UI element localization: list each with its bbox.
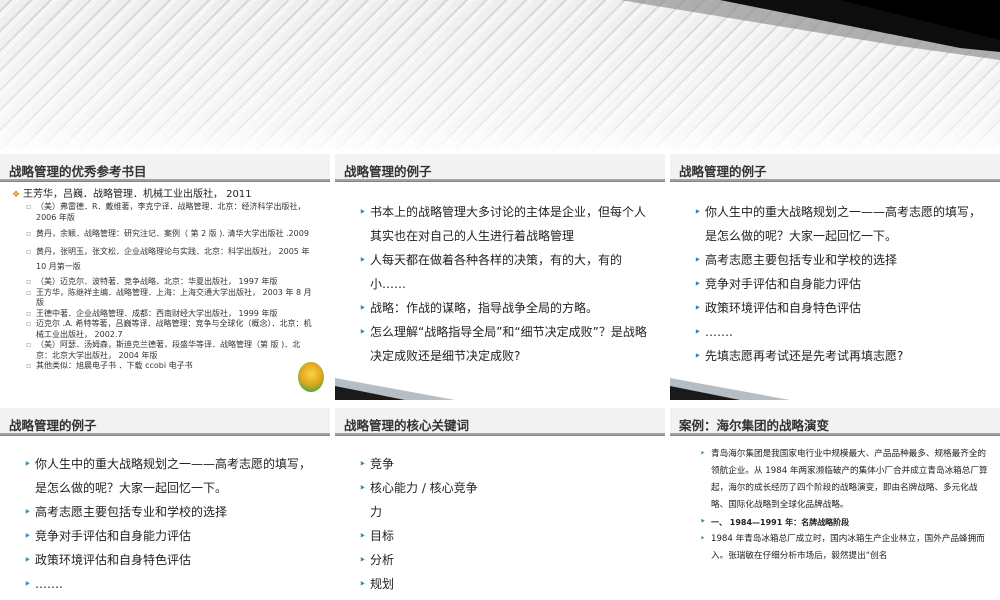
bullet-list: 书本上的战略管理大多讨论的主体是企业，但每个人其实也在对自己的人生进行着战略管理… [359, 200, 651, 368]
list-item: 高考志愿主要包括专业和学校的选择 [694, 248, 990, 272]
list-item: 先填志愿再考试还是先考试再填志愿? [694, 344, 990, 368]
list-item: 怎么理解“战略指导全局”和“细节决定成败”？是战略决定成败还是细节决定成败? [359, 320, 651, 368]
case-heading: 一、 1984—1991 年：名牌战略阶段 [700, 514, 990, 531]
corner-accent [335, 378, 455, 400]
list-item: 竞争对手评估和自身能力评估 [24, 524, 320, 548]
list-item: 政策环境评估和自身特色评估 [24, 548, 320, 572]
list-item: ……. [694, 320, 990, 344]
slide-keywords: 战略管理的核心关键词 竞争 核心能力 / 核心竞争力 目标 分析 规划 [335, 408, 665, 600]
slide-references: 战略管理的优秀参考书目 王芳华，吕巍．战略管理．机械工业出版社， 2011 （美… [0, 154, 330, 400]
slide-example-1: 战略管理的例子 书本上的战略管理大多讨论的主体是企业，但每个人其实也在对自己的人… [335, 154, 665, 400]
slide-title: 战略管理的优秀参考书目 [0, 154, 330, 182]
reference-item: （美）迈克尔．波特著．竞争战略．北京：华夏出版社， 1997 年版 [12, 277, 316, 288]
slide-title: 案例：海尔集团的战略演变 [670, 408, 1000, 436]
reference-item: 黄丹，张明玉，张文松．企业战略理论与实践．北京：科学出版社， 2005 年 10… [12, 244, 316, 274]
decorative-emblem [298, 362, 324, 392]
reference-item: （美）弗雷德．R．戴维著，李克宁译．战略管理．北京：经济科学出版社， 2006 … [12, 202, 316, 223]
list-item: 规划 [359, 572, 485, 596]
list-item: 你人生中的重大战略规划之一——高考志愿的填写，是怎么做的呢？大家一起回忆一下。 [24, 452, 320, 500]
list-item: 核心能力 / 核心竞争力 [359, 476, 485, 524]
bullet-list: 你人生中的重大战略规划之一——高考志愿的填写，是怎么做的呢？大家一起回忆一下。 … [24, 452, 320, 596]
list-item: 人每天都在做着各种各样的决策，有的大，有的小…… [359, 248, 651, 296]
reference-item: （美）阿瑟．汤姆森，斯迪克兰德著，段盛华等译．战略管理（第 版 )．北京：北京大… [12, 340, 316, 361]
list-item: 战略：作战的谋略，指导战争全局的方略。 [359, 296, 651, 320]
list-item: 你人生中的重大战略规划之一——高考志愿的填写，是怎么做的呢？大家一起回忆一下。 [694, 200, 990, 248]
reference-lead: 王芳华，吕巍．战略管理．机械工业出版社， 2011 [12, 188, 316, 202]
list-item: ……. [24, 572, 320, 596]
reference-item: 王方华，陈继祥主编．战略管理．上海：上海交通大学出版社， 2003 年 8 月版 [12, 288, 316, 309]
list-item: 竞争 [359, 452, 485, 476]
list-item: 竞争对手评估和自身能力评估 [694, 272, 990, 296]
bullet-list: 你人生中的重大战略规划之一——高考志愿的填写，是怎么做的呢？大家一起回忆一下。 … [694, 200, 990, 368]
banner-graphic [0, 0, 1000, 150]
slide-title: 战略管理的例子 [0, 408, 330, 436]
slide-title: 战略管理的例子 [335, 154, 665, 182]
reference-item: 黄丹，余颖．战略管理：研究注记．案例（ 第 2 版 ). 清华大学出版社 .20… [12, 226, 316, 241]
slide-haier-case: 案例：海尔集团的战略演变 青岛海尔集团是我国家电行业中规模最大、产品品种最多、规… [670, 408, 1000, 600]
case-text: 青岛海尔集团是我国家电行业中规模最大、产品品种最多、规格最齐全的领航企业。从 1… [700, 446, 990, 565]
slide-title: 战略管理的例子 [670, 154, 1000, 182]
header-banner [0, 0, 1000, 150]
bullet-list: 竞争 核心能力 / 核心竞争力 目标 分析 规划 [359, 452, 485, 596]
slide-example-2: 战略管理的例子 你人生中的重大战略规划之一——高考志愿的填写，是怎么做的呢？大家… [670, 154, 1000, 400]
reference-item: 王德中著．企业战略管理．成都：西南财经大学出版社， 1999 年版 [12, 309, 316, 320]
corner-accent [670, 378, 790, 400]
slide-title: 战略管理的核心关键词 [335, 408, 665, 436]
reference-item: 迈克尔 .A. 希特等著，吕巍等译．战略管理：竞争与全球化（概念）．北京：机械工… [12, 319, 316, 340]
case-paragraph: 青岛海尔集团是我国家电行业中规模最大、产品品种最多、规格最齐全的领航企业。从 1… [700, 446, 990, 514]
reference-list: 王芳华，吕巍．战略管理．机械工业出版社， 2011 （美）弗雷德．R．戴维著，李… [12, 188, 316, 372]
list-item: 书本上的战略管理大多讨论的主体是企业，但每个人其实也在对自己的人生进行着战略管理 [359, 200, 651, 248]
list-item: 分析 [359, 548, 485, 572]
slide-example-3: 战略管理的例子 你人生中的重大战略规划之一——高考志愿的填写，是怎么做的呢？大家… [0, 408, 330, 600]
list-item: 目标 [359, 524, 485, 548]
list-item: 政策环境评估和自身特色评估 [694, 296, 990, 320]
reference-item: 其他类似：旭晨电子书 ．下载 ccobi 电子书 [12, 361, 316, 372]
list-item: 高考志愿主要包括专业和学校的选择 [24, 500, 320, 524]
case-paragraph: 1984 年青岛冰箱总厂成立时，国内冰箱生产企业林立，国外产品蜂拥而入。张瑞敏在… [700, 531, 990, 565]
